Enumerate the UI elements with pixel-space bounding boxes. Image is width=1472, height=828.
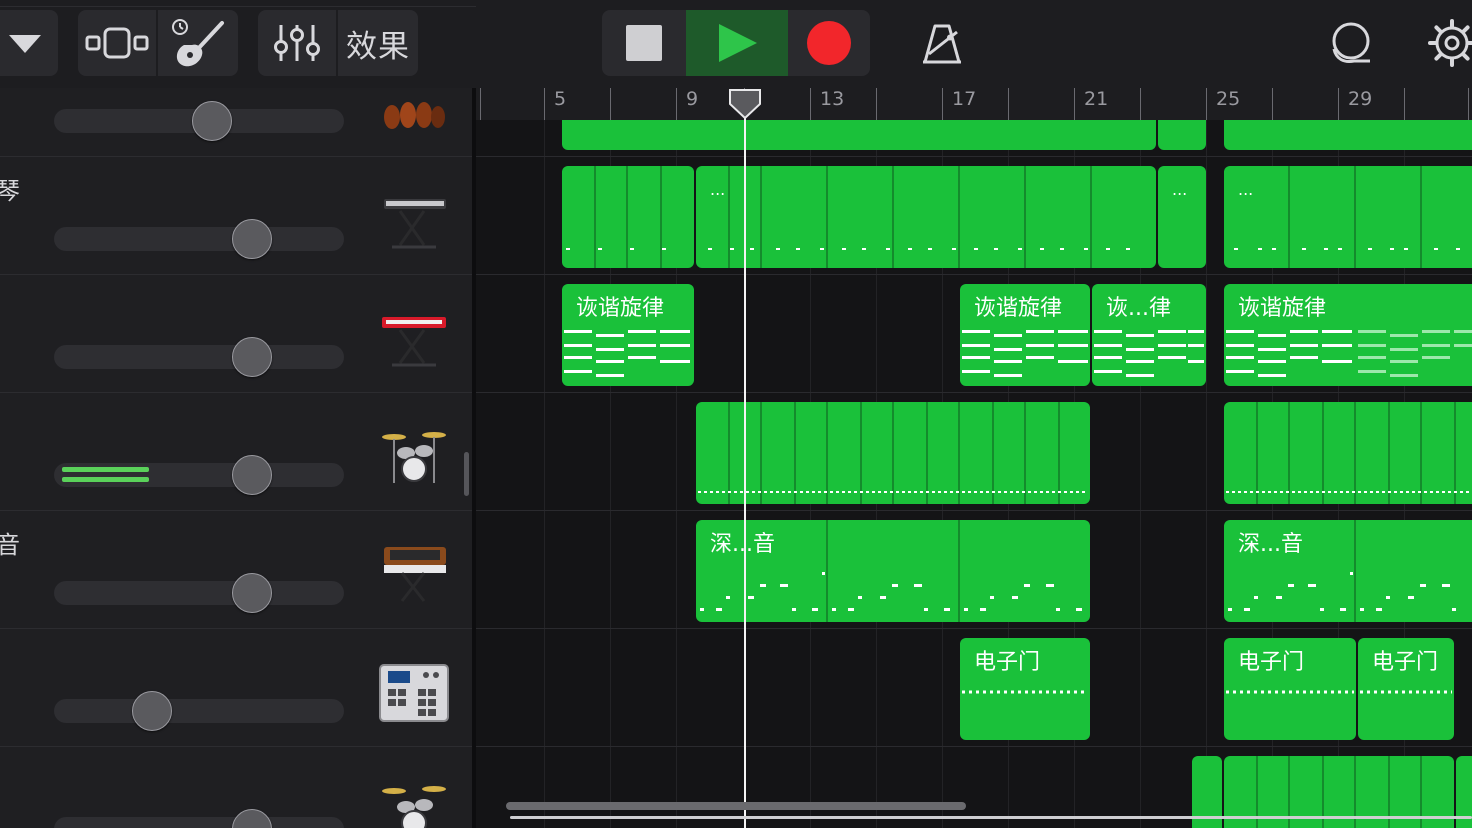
- region[interactable]: [1224, 120, 1472, 150]
- bar-number: 9: [686, 88, 699, 110]
- region-label: ...: [1172, 180, 1188, 199]
- volume-knob[interactable]: [232, 455, 272, 495]
- play-icon: [719, 24, 757, 62]
- loop-icon: [1332, 22, 1370, 63]
- volume-slider[interactable]: [54, 581, 344, 605]
- stop-icon: [626, 25, 662, 61]
- region[interactable]: [562, 166, 694, 268]
- volume-knob[interactable]: [232, 337, 272, 377]
- region[interactable]: 深...音: [696, 520, 1090, 622]
- metronome-button[interactable]: [912, 10, 972, 76]
- volume-knob[interactable]: [232, 809, 272, 828]
- region[interactable]: [1158, 120, 1206, 150]
- track-name: 琴: [0, 177, 20, 205]
- orchestra-icon: [384, 102, 445, 129]
- drum-kit-icon: [382, 786, 446, 828]
- red-keyboard-icon: [382, 317, 446, 367]
- gear-icon: [1428, 19, 1472, 67]
- play-button[interactable]: [686, 10, 788, 76]
- volume-knob[interactable]: [232, 573, 272, 613]
- synth-keyboard-icon: [384, 199, 446, 249]
- level-meter: [62, 477, 149, 482]
- track-header-2[interactable]: [0, 274, 476, 392]
- playhead[interactable]: [744, 92, 746, 828]
- volume-knob[interactable]: [232, 219, 272, 259]
- track-header-1[interactable]: 琴: [0, 156, 476, 274]
- region[interactable]: 电子门: [960, 638, 1090, 740]
- region[interactable]: 诙谐旋律: [562, 284, 694, 386]
- level-meter: [62, 467, 149, 472]
- tracks-area[interactable]: ... ... ... 诙谐旋律 诙谐旋律 诙...律 诙谐旋律 深...音 深…: [476, 120, 1472, 828]
- region[interactable]: 诙...律: [1092, 284, 1206, 386]
- playhead-handle[interactable]: [728, 88, 762, 120]
- metronome-icon: [923, 24, 961, 64]
- track-header-4[interactable]: 音: [0, 510, 476, 628]
- scroll-track: [510, 816, 1472, 819]
- loop-browser-button[interactable]: [1320, 10, 1382, 76]
- region[interactable]: 诙谐旋律: [1224, 284, 1472, 386]
- region[interactable]: [562, 120, 1156, 150]
- track-header-0[interactable]: [0, 6, 476, 141]
- stop-button[interactable]: [602, 10, 686, 76]
- volume-slider[interactable]: [54, 817, 344, 828]
- region[interactable]: 电子门: [1224, 638, 1356, 740]
- track-name: 音: [0, 531, 20, 559]
- drum-kit-icon: [382, 432, 446, 483]
- volume-slider[interactable]: [54, 699, 344, 723]
- timeline-ruler[interactable]: 5 9 13 17 21 25 29: [476, 88, 1472, 120]
- vertical-scroll-indicator[interactable]: [464, 452, 469, 496]
- settings-button[interactable]: [1422, 10, 1472, 76]
- transport-group: [602, 10, 870, 76]
- bar-number: 21: [1084, 88, 1109, 110]
- track-headers: 琴 音: [0, 6, 476, 828]
- region[interactable]: ...: [1158, 166, 1206, 268]
- track-header-3[interactable]: [0, 392, 476, 510]
- region[interactable]: 电子门: [1358, 638, 1454, 740]
- bar-number: 25: [1216, 88, 1241, 110]
- record-button[interactable]: [788, 10, 870, 76]
- volume-slider[interactable]: [54, 227, 344, 251]
- bar-number: 29: [1348, 88, 1373, 110]
- region[interactable]: ...: [696, 166, 1156, 268]
- region[interactable]: ...: [1224, 166, 1472, 268]
- volume-slider[interactable]: [54, 345, 344, 369]
- region[interactable]: [1224, 402, 1472, 504]
- horizontal-scroll-indicator[interactable]: [506, 802, 966, 810]
- track-header-5[interactable]: [0, 628, 476, 746]
- region[interactable]: [696, 402, 1090, 504]
- record-icon: [807, 21, 851, 65]
- region[interactable]: 深...音: [1224, 520, 1472, 622]
- bar-number: 17: [952, 88, 977, 110]
- bar-number: 13: [820, 88, 845, 110]
- garageband-window: 效果 琴 音 5 9 13 17 21 25 29 ... ... ... 诙谐…: [0, 0, 1472, 828]
- track-header-6[interactable]: [0, 746, 476, 828]
- volume-knob[interactable]: [192, 101, 232, 141]
- volume-knob[interactable]: [132, 691, 172, 731]
- analog-synth-icon: [384, 547, 446, 602]
- drum-machine-icon: [379, 664, 449, 722]
- bar-number: 5: [554, 88, 567, 110]
- region[interactable]: 诙谐旋律: [960, 284, 1090, 386]
